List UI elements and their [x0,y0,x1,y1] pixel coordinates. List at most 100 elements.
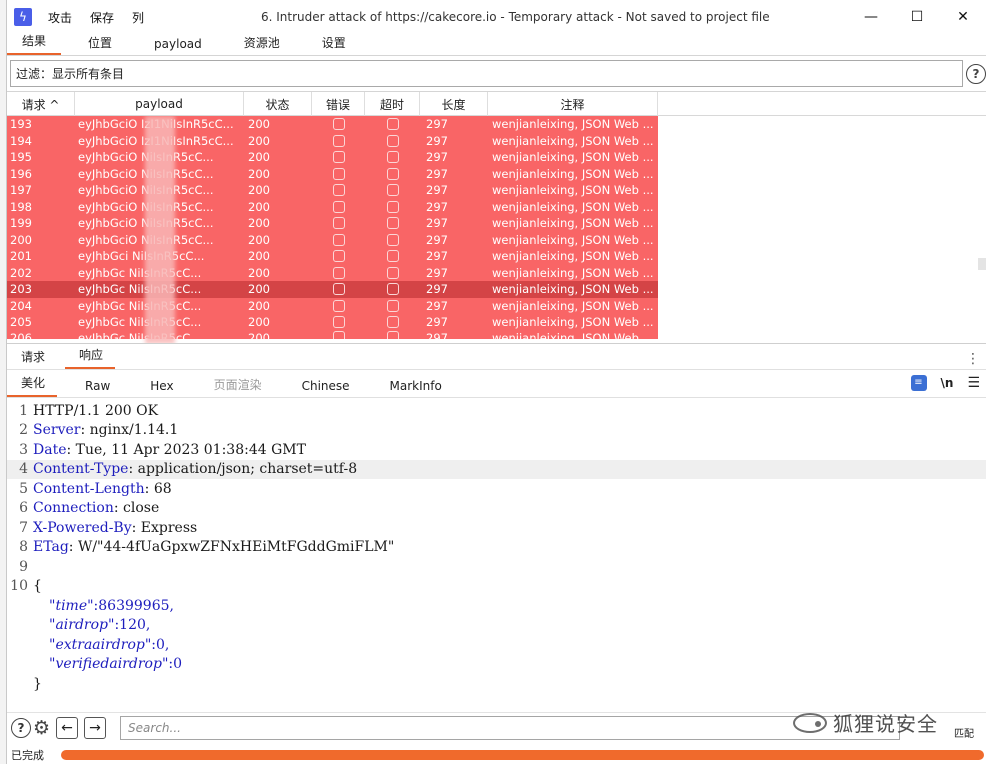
table-row[interactable]: 199 eyJhbGciO NiIsInR5cC... 200 297 wenjianl… [7,215,658,232]
redaction-blur [145,116,175,343]
table-row[interactable]: 204 eyJhbGc NiIsInR5cC... 200 297 wenjianlei… [7,297,658,314]
status-text: 已完成 [11,749,44,762]
menu-columns[interactable]: 列 [132,9,144,26]
pretty-print-icon[interactable]: ≡ [910,375,927,391]
table-row[interactable]: 193 eyJhbGciO IzI1NiIsInR5cC... 200 297 wenj… [7,116,658,133]
comment-cell: wenjianleixing, JSON Web ... [492,166,654,181]
newline-toggle-icon[interactable]: \n [941,376,954,390]
column-header-length[interactable]: 长度 [420,92,488,116]
timeout-checkbox [386,217,399,230]
tab-pretty[interactable]: 美化 [7,374,58,397]
comment-cell: wenjianleixing, JSON Web ... [492,298,654,313]
error-checkbox [332,316,345,329]
request-number-cell: 194 [10,133,32,148]
tab-request[interactable]: 请求 [7,348,57,369]
error-cell [312,250,365,263]
response-editor[interactable]: 1 HTTP/1.1 200 OK 2 Server: nginx/1.14.1 3 Da… [7,398,986,702]
header-value: : nginx/1.14.1 [80,422,179,439]
tab-positions[interactable]: 位置 [73,34,127,55]
watermark: 狐狸说安全 [793,708,938,737]
intruder-window: ϟ 攻击 保存 列 6. Intruder attack of https://… [7,0,986,764]
main-tab-bar: 结果 位置 payload 资源池 设置 [7,34,986,56]
header-name: Connection [33,500,114,517]
comment-cell: wenjianleixing, JSON Web ... [492,117,654,132]
timeout-cell [365,299,420,312]
table-row[interactable]: 203 eyJhbGc NiIsInR5cC... 200 297 wenjianlei… [7,281,658,298]
progress-bar [61,750,984,760]
request-number-cell: 203 [10,282,32,297]
next-arrow-icon[interactable]: → [84,716,107,739]
title-bar: ϟ 攻击 保存 列 6. Intruder attack of https://… [7,0,986,34]
length-cell: 297 [426,183,448,198]
table-row[interactable]: 195 eyJhbGciO NiIsInR5cC... 200 297 wenjianl… [7,149,658,166]
column-header-payload[interactable]: payload [75,92,244,116]
tab-results[interactable]: 结果 [7,32,62,55]
table-row[interactable]: 200 eyJhbGciO NiIsInR5cC... 200 297 wenjianl… [7,231,658,248]
column-header-status[interactable]: 状态 [244,92,312,116]
code-line: 1 HTTP/1.1 200 OK [7,401,986,421]
status-cell: 200 [248,199,270,214]
search-input[interactable] [120,715,901,740]
more-options-icon[interactable]: ⋮ [966,351,980,367]
menu-attack[interactable]: 攻击 [48,9,72,26]
line-number: 6 [19,500,28,517]
tab-resource-pool[interactable]: 资源池 [229,34,295,55]
maximize-button[interactable]: ☐ [894,0,940,34]
table-row[interactable]: 197 eyJhbGciO NiIsInR5cC... 200 297 wenjianl… [7,182,658,199]
table-row[interactable]: 202 eyJhbGc NiIsInR5cC... 200 297 wenjianlei… [7,264,658,281]
tab-settings[interactable]: 设置 [307,34,361,55]
code-line: 2 Server: nginx/1.14.1 [7,421,986,441]
table-row[interactable]: 196 eyJhbGciO NiIsInR5cC... 200 297 wenjianl… [7,165,658,182]
filter-bar[interactable]: 过滤：显示所有条目 [10,60,963,87]
json-close-brace: } [33,675,42,692]
code-line: 6 Connection: close [7,499,986,519]
comment-cell: wenjianleixing, JSON Web ... [492,183,654,198]
tab-payload[interactable]: payload [139,37,217,55]
error-checkbox [332,250,345,263]
match-count-label: 匹配 [954,729,974,740]
menu-save[interactable]: 保存 [90,9,114,26]
status-cell: 200 [248,282,270,297]
table-row[interactable]: 201 eyJhbGci NiIsInR5cC... 200 297 wenjianle… [7,248,658,265]
tab-hex[interactable]: Hex [136,379,185,397]
previous-arrow-icon[interactable]: ← [56,716,79,739]
timeout-cell [365,233,420,246]
table-row[interactable]: 194 eyJhbGciO IzI1NiIsInR5cC... 200 297 wenj… [7,132,658,149]
json-value: :120, [114,617,151,634]
hamburger-menu-icon[interactable]: ☰ [967,375,980,391]
column-header-timeout[interactable]: 超时 [365,92,420,116]
gear-icon[interactable]: ⚙ [33,718,50,738]
request-number-cell: 205 [10,315,32,330]
help-icon[interactable]: ? [966,63,986,84]
column-header-comment[interactable]: 注释 [488,92,658,116]
minimize-button[interactable]: — [848,0,894,34]
close-button[interactable]: ✕ [940,0,986,34]
help-icon[interactable]: ? [11,717,31,738]
comment-cell: wenjianleixing, JSON Web ... [492,282,654,297]
timeout-cell [365,167,420,180]
tab-render[interactable]: 页面渲染 [200,376,274,397]
request-number-cell: 198 [10,199,32,214]
tab-markinfo[interactable]: MarkInfo [376,379,454,397]
tab-chinese[interactable]: Chinese [288,379,362,397]
code-text: Date: Tue, 11 Apr 2023 01:38:44 GMT [28,442,306,458]
table-row[interactable]: 205 eyJhbGc NiIsInR5cC... 200 297 wenjianlei… [7,314,658,331]
line-number: 7 [19,519,28,536]
status-cell: 200 [248,183,270,198]
tab-response[interactable]: 响应 [65,346,116,369]
table-row[interactable]: 206 eyJhbGc NiIsInR5cC... 200 297 wenjianlei… [7,330,658,339]
error-checkbox [332,217,345,230]
table-scrollbar-thumb[interactable] [978,258,986,270]
status-cell: 200 [248,298,270,313]
column-header-error[interactable]: 错误 [312,92,365,116]
table-row[interactable]: 198 eyJhbGciO NiIsInR5cC... 200 297 wenjianl… [7,198,658,215]
code-text: Content-Length: 68 [28,481,172,497]
column-header-request[interactable]: 请求 ^ [7,92,75,116]
error-checkbox [332,118,345,131]
comment-cell: wenjianleixing, JSON Web ... [492,216,654,231]
tab-raw[interactable]: Raw [71,379,122,397]
error-checkbox [332,151,345,164]
window-controls: — ☐ ✕ [848,0,986,34]
length-cell: 297 [426,282,448,297]
header-name: Content-Type [33,461,129,478]
